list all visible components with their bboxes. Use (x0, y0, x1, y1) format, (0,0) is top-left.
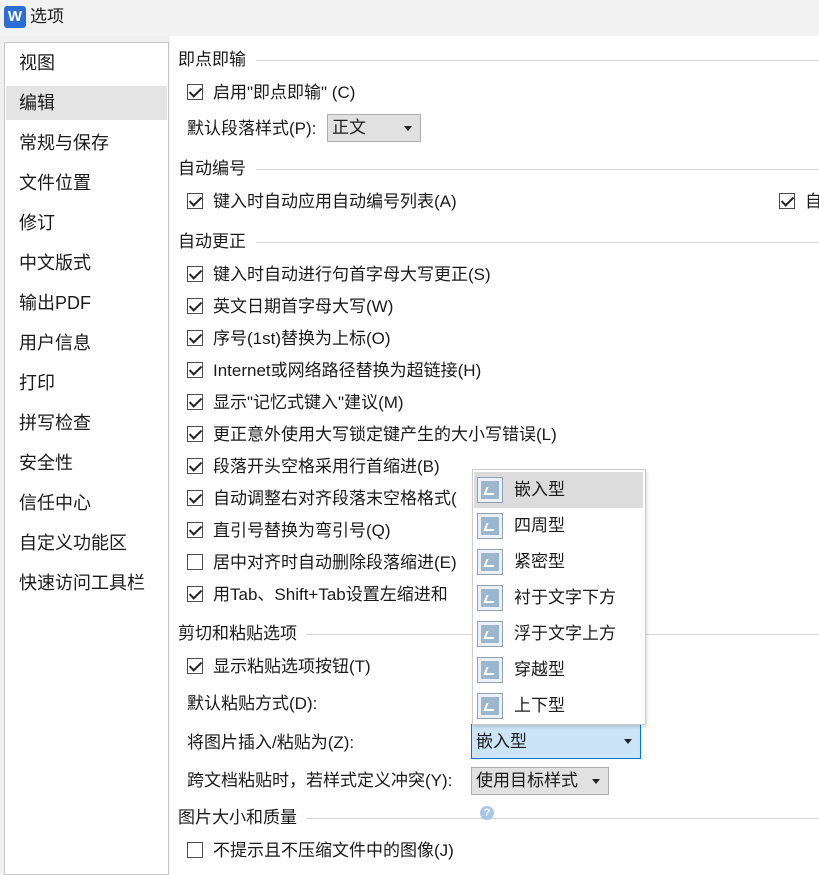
checkbox-label: 居中对齐时自动删除段落缩进(E) (213, 553, 457, 572)
section-header-cut-paste: 剪切和粘贴选项 (178, 624, 297, 643)
autocorrect-checkbox[interactable] (187, 426, 203, 442)
wrap-tight-icon (477, 549, 503, 575)
checkbox-label: 自 (805, 192, 819, 211)
checkbox-label: 更正意外使用大写锁定键产生的大小写错误(L) (213, 425, 557, 444)
window-title: 选项 (30, 7, 64, 26)
option-label: 上下型 (514, 696, 565, 715)
insert-image-select[interactable]: 嵌入型 (471, 724, 641, 759)
option-label: 浮于文字上方 (514, 624, 616, 643)
select-value: 嵌入型 (476, 732, 527, 751)
sidebar-item-file-locations[interactable]: 文件位置 (6, 166, 167, 200)
option-label: 穿越型 (514, 660, 565, 679)
auto-numbering-right-checkbox[interactable] (779, 193, 795, 209)
dropdown-option-inline[interactable]: 嵌入型 (474, 472, 643, 508)
autocorrect-checkbox[interactable] (187, 522, 203, 538)
checkbox-label: 键入时自动进行句首字母大写更正(S) (213, 265, 491, 284)
insert-image-label: 将图片插入/粘贴为(Z): (187, 733, 355, 752)
section-header-auto-correct: 自动更正 (178, 232, 246, 251)
option-label: 四周型 (514, 516, 565, 535)
section-header-auto-numbering: 自动编号 (178, 159, 246, 178)
show-paste-button-checkbox[interactable] (187, 658, 203, 674)
dropdown-option-top-bottom[interactable]: 上下型 (474, 688, 643, 724)
dropdown-option-square[interactable]: 四周型 (474, 508, 643, 544)
chevron-down-icon (404, 126, 412, 131)
chevron-down-icon (624, 739, 632, 744)
autocorrect-option[interactable]: 自动调整右对齐段落末空格格式( (187, 487, 471, 511)
wrap-style-dropdown: 嵌入型 四周型 紧密型 衬于文字下方 浮于文字上方 穿越型 上下型 (472, 469, 646, 725)
chevron-down-icon (592, 779, 600, 784)
section-header-click-and-type: 即点即输 (178, 50, 246, 69)
autocorrect-checkbox[interactable] (187, 362, 203, 378)
autocorrect-checkbox[interactable] (187, 394, 203, 410)
options-sidebar: 视图 编辑 常规与保存 文件位置 修订 中文版式 输出PDF 用户信息 打印 拼… (4, 42, 169, 875)
checkbox-label: 用Tab、Shift+Tab设置左缩进和 (213, 585, 448, 604)
sidebar-item-customize-ribbon[interactable]: 自定义功能区 (6, 526, 167, 560)
dropdown-option-behind-text[interactable]: 衬于文字下方 (474, 580, 643, 616)
default-paragraph-style-select[interactable]: 正文 (327, 114, 421, 142)
option-label: 紧密型 (514, 552, 565, 571)
style-conflict-label: 跨文档粘贴时，若样式定义冲突(Y): (187, 771, 453, 790)
sidebar-item-security[interactable]: 安全性 (6, 446, 167, 480)
wrap-inline-icon (477, 477, 503, 503)
help-icon[interactable]: ? (480, 806, 494, 820)
wrap-top-bottom-icon (477, 693, 503, 719)
checkbox-label: 显示"记忆式键入"建议(M) (213, 393, 404, 412)
sidebar-item-view[interactable]: 视图 (6, 46, 167, 80)
wrap-through-icon (477, 657, 503, 683)
style-conflict-select[interactable]: 使用目标样式 (471, 767, 609, 795)
sidebar-item-trust-center[interactable]: 信任中心 (6, 486, 167, 520)
enable-click-and-type-checkbox[interactable] (187, 84, 203, 100)
sidebar-item-chinese-layout[interactable]: 中文版式 (6, 246, 167, 280)
checkbox-label: Internet或网络路径替换为超链接(H) (213, 361, 482, 380)
auto-numbering-list-checkbox[interactable] (187, 193, 203, 209)
wrap-behind-text-icon (477, 585, 503, 611)
sidebar-item-revisions[interactable]: 修订 (6, 206, 167, 240)
autocorrect-option[interactable]: 用Tab、Shift+Tab设置左缩进和 (187, 583, 471, 607)
checkbox-label: 启用"即点即输" (C) (213, 83, 356, 102)
sidebar-item-export-pdf[interactable]: 输出PDF (6, 286, 167, 320)
autocorrect-checkbox[interactable] (187, 266, 203, 282)
autocorrect-checkbox[interactable] (187, 586, 203, 602)
default-paragraph-style-label: 默认段落样式(P): (187, 119, 317, 138)
sidebar-item-edit[interactable]: 编辑 (6, 86, 167, 120)
no-compress-images-checkbox[interactable] (187, 842, 203, 858)
sidebar-item-user-info[interactable]: 用户信息 (6, 326, 167, 360)
section-divider (306, 818, 819, 819)
select-value: 使用目标样式 (476, 771, 578, 790)
checkbox-label: 不提示且不压缩文件中的图像(J) (213, 841, 454, 860)
title-bar: W 选项 (0, 0, 819, 36)
auto-numbering-right-option[interactable]: 自 (779, 190, 819, 214)
sidebar-item-quick-access-toolbar[interactable]: 快速访问工具栏 (6, 566, 167, 600)
checkbox-label: 显示粘贴选项按钮(T) (213, 657, 371, 676)
dropdown-option-tight[interactable]: 紧密型 (474, 544, 643, 580)
sidebar-item-general-save[interactable]: 常规与保存 (6, 126, 167, 160)
checkbox-label: 自动调整右对齐段落末空格格式( (213, 489, 457, 508)
sidebar-item-spell-check[interactable]: 拼写检查 (6, 406, 167, 440)
checkbox-label: 序号(1st)替换为上标(O) (213, 329, 391, 348)
wps-writer-icon: W (4, 6, 26, 28)
wrap-square-icon (477, 513, 503, 539)
sidebar-item-print[interactable]: 打印 (6, 366, 167, 400)
autocorrect-checkbox[interactable] (187, 490, 203, 506)
checkbox-label: 键入时自动应用自动编号列表(A) (213, 192, 457, 211)
autocorrect-checkbox[interactable] (187, 458, 203, 474)
checkbox-label: 段落开头空格采用行首缩进(B) (213, 457, 440, 476)
autocorrect-checkbox[interactable] (187, 298, 203, 314)
section-divider (256, 242, 819, 243)
section-divider (256, 60, 819, 61)
autocorrect-checkbox[interactable] (187, 330, 203, 346)
options-content: 即点即输 启用"即点即输" (C) 默认段落样式(P): 正文 自动编号 键入时… (170, 36, 819, 875)
select-value: 正文 (332, 118, 366, 137)
checkbox-label: 直引号替换为弯引号(Q) (213, 521, 391, 540)
section-divider (256, 169, 819, 170)
autocorrect-checkbox[interactable] (187, 554, 203, 570)
option-label: 嵌入型 (514, 480, 565, 499)
section-header-image-quality: 图片大小和质量 (178, 808, 297, 827)
dropdown-option-in-front-of-text[interactable]: 浮于文字上方 (474, 616, 643, 652)
wrap-in-front-icon (477, 621, 503, 647)
option-label: 衬于文字下方 (514, 588, 616, 607)
checkbox-label: 英文日期首字母大写(W) (213, 297, 394, 316)
dropdown-option-through[interactable]: 穿越型 (474, 652, 643, 688)
default-paste-label: 默认粘贴方式(D): (187, 694, 318, 713)
